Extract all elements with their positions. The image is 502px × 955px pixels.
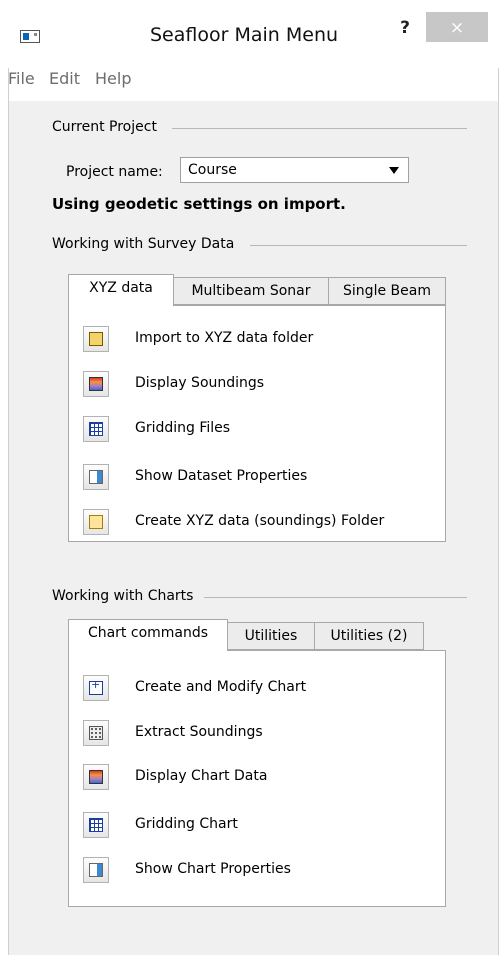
charts-tab-panel: Create and Modify Chart Extract Sounding… xyxy=(68,650,446,907)
current-project-label: Current Project xyxy=(52,119,161,135)
cmd-label: Display Chart Data xyxy=(135,768,268,784)
help-button[interactable]: ? xyxy=(395,18,415,38)
properties-icon xyxy=(89,470,103,484)
menu-edit[interactable]: Edit xyxy=(49,69,80,88)
tab-xyz-data[interactable]: XYZ data xyxy=(68,274,174,306)
display-chart-data-button[interactable] xyxy=(83,764,109,790)
extract-soundings-button[interactable] xyxy=(83,720,109,746)
cmd-create-modify-chart[interactable]: Create and Modify Chart xyxy=(69,675,445,711)
geodetic-settings-note: Using geodetic settings on import. xyxy=(52,195,346,213)
extract-soundings-icon xyxy=(89,726,103,740)
cmd-display-chart-data[interactable]: Display Chart Data xyxy=(69,764,445,800)
create-chart-button[interactable] xyxy=(83,675,109,701)
cmd-label: Gridding Files xyxy=(135,420,231,436)
new-chart-icon xyxy=(89,678,103,695)
grid-icon xyxy=(89,422,103,436)
folder-open-icon xyxy=(89,332,103,346)
gridding-chart-button[interactable] xyxy=(83,812,109,838)
cmd-dataset-properties[interactable]: Show Dataset Properties xyxy=(69,464,445,500)
soundings-icon xyxy=(89,377,103,391)
survey-groupline xyxy=(250,245,467,246)
tab-multibeam-sonar[interactable]: Multibeam Sonar xyxy=(173,277,329,305)
cmd-extract-soundings[interactable]: Extract Soundings xyxy=(69,720,445,756)
soundings-icon xyxy=(89,770,103,784)
cmd-display-soundings[interactable]: Display Soundings xyxy=(69,371,445,407)
project-name-select[interactable]: Course xyxy=(180,157,409,183)
cmd-label: Gridding Chart xyxy=(135,816,238,832)
charts-groupline xyxy=(204,597,467,598)
cmd-chart-properties[interactable]: Show Chart Properties xyxy=(69,857,445,893)
gridding-files-button[interactable] xyxy=(83,416,109,442)
folder-icon xyxy=(89,515,103,529)
chart-properties-button[interactable] xyxy=(83,857,109,883)
create-folder-button[interactable] xyxy=(83,509,109,535)
properties-icon xyxy=(89,863,103,877)
cmd-gridding-chart[interactable]: Gridding Chart xyxy=(69,812,445,848)
close-button[interactable]: × xyxy=(426,12,488,42)
menu-bar xyxy=(9,63,498,101)
tab-utilities[interactable]: Utilities xyxy=(227,622,315,650)
dataset-properties-button[interactable] xyxy=(83,464,109,490)
cmd-label: Show Chart Properties xyxy=(135,861,291,877)
project-name-value: Course xyxy=(188,162,237,178)
app-icon xyxy=(20,30,40,43)
close-icon: × xyxy=(449,18,465,38)
survey-group-label: Working with Survey Data xyxy=(52,236,239,252)
cmd-create-xyz-folder[interactable]: Create XYZ data (soundings) Folder xyxy=(69,509,445,545)
cmd-label: Import to XYZ data folder xyxy=(135,330,314,346)
current-project-groupline xyxy=(172,128,467,129)
tab-chart-commands[interactable]: Chart commands xyxy=(68,619,228,651)
import-button[interactable] xyxy=(83,326,109,352)
survey-tab-panel: Import to XYZ data folder Display Soundi… xyxy=(68,305,446,542)
display-soundings-button[interactable] xyxy=(83,371,109,397)
cmd-label: Display Soundings xyxy=(135,375,265,391)
cmd-label: Show Dataset Properties xyxy=(135,468,308,484)
charts-group-label: Working with Charts xyxy=(52,588,198,604)
cmd-gridding-files[interactable]: Gridding Files xyxy=(69,416,445,452)
cmd-label: Create XYZ data (soundings) Folder xyxy=(135,513,385,529)
grid-icon xyxy=(89,818,103,832)
cmd-label: Create and Modify Chart xyxy=(135,679,307,695)
cmd-import-xyz[interactable]: Import to XYZ data folder xyxy=(69,326,445,362)
menu-file[interactable]: File xyxy=(8,69,35,88)
project-name-label: Project name: xyxy=(66,164,163,180)
tab-single-beam[interactable]: Single Beam xyxy=(328,277,446,305)
tab-utilities-2[interactable]: Utilities (2) xyxy=(314,622,424,650)
chevron-down-icon xyxy=(389,167,399,174)
window-title: Seafloor Main Menu xyxy=(150,24,339,46)
menu-help[interactable]: Help xyxy=(95,69,131,88)
cmd-label: Extract Soundings xyxy=(135,724,263,740)
